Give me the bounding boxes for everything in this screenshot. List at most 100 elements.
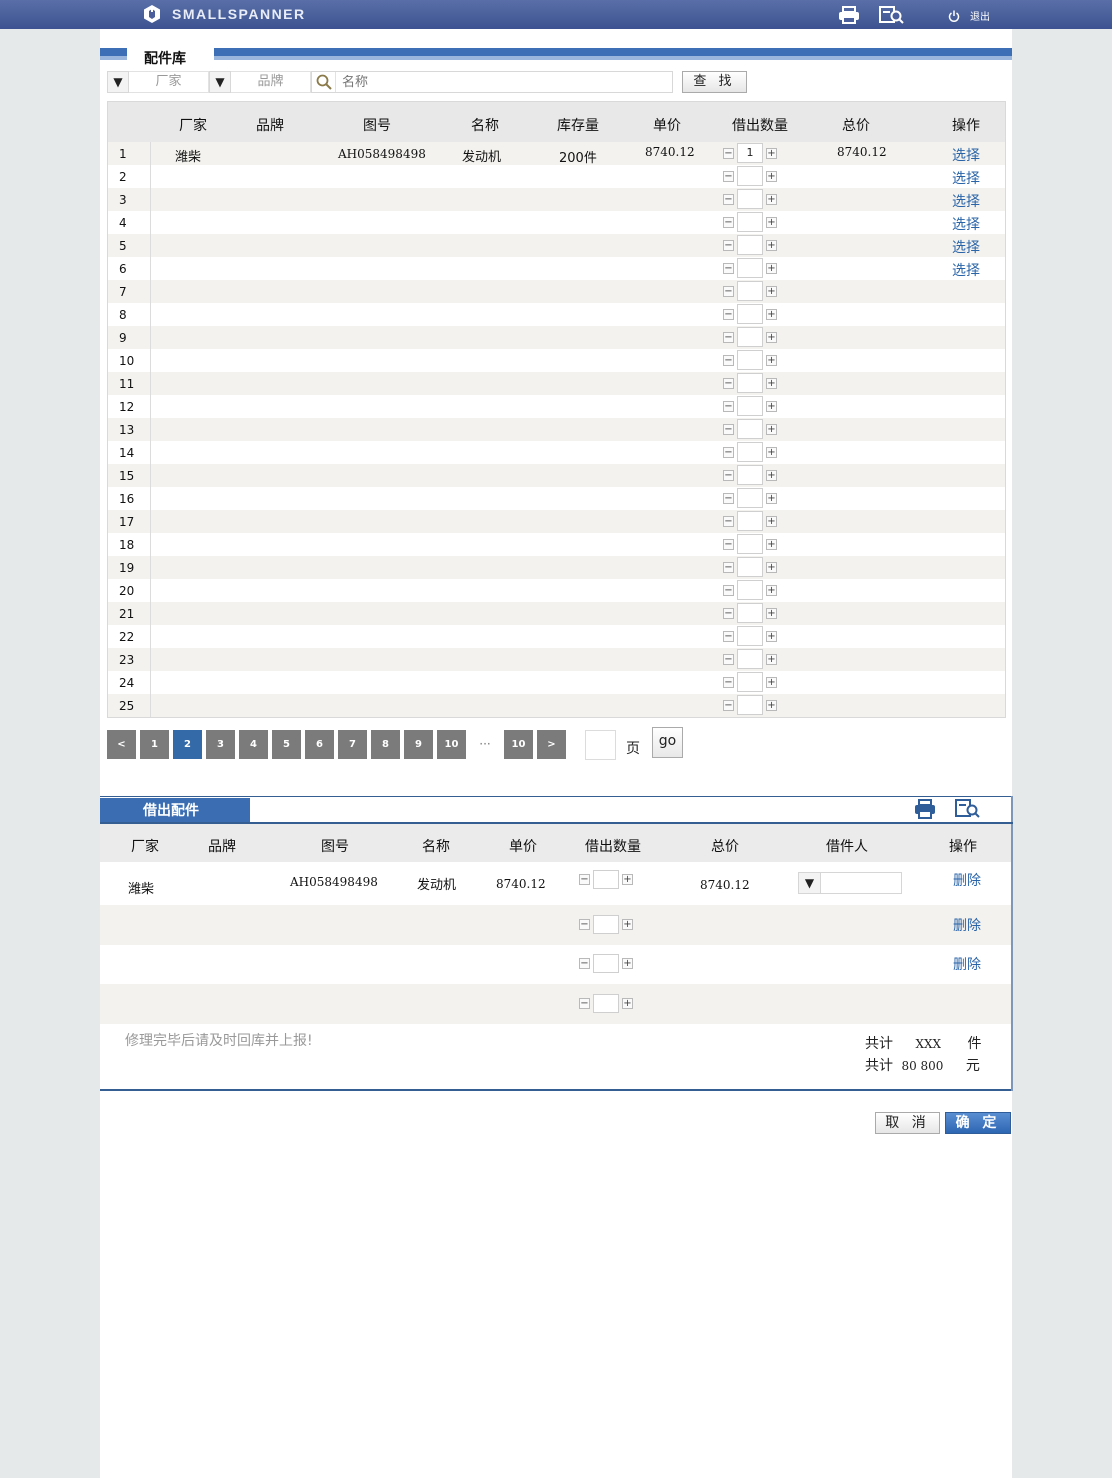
quantity-input[interactable] xyxy=(737,258,763,278)
select-link[interactable]: 选择 xyxy=(952,145,980,165)
plus-icon[interactable]: + xyxy=(766,584,777,596)
quantity-input[interactable] xyxy=(737,534,763,554)
plus-icon[interactable]: + xyxy=(766,239,777,251)
minus-icon[interactable]: − xyxy=(579,874,590,885)
minus-icon[interactable]: − xyxy=(723,584,734,596)
page-number-input[interactable] xyxy=(585,730,616,760)
minus-icon[interactable]: − xyxy=(723,469,734,481)
minus-icon[interactable]: − xyxy=(579,998,590,1009)
plus-icon[interactable]: + xyxy=(766,699,777,711)
minus-icon[interactable]: − xyxy=(723,630,734,642)
plus-icon[interactable]: + xyxy=(766,400,777,412)
quantity-input[interactable] xyxy=(737,649,763,669)
minus-icon[interactable]: − xyxy=(579,919,590,930)
minus-icon[interactable]: − xyxy=(723,446,734,458)
plus-icon[interactable]: + xyxy=(622,919,633,930)
select-link[interactable]: 选择 xyxy=(952,214,980,234)
page-button[interactable]: 5 xyxy=(272,730,301,759)
quantity-input[interactable] xyxy=(737,166,763,186)
quantity-input[interactable] xyxy=(737,419,763,439)
minus-icon[interactable]: − xyxy=(579,958,590,969)
minus-icon[interactable]: − xyxy=(723,285,734,297)
plus-icon[interactable]: + xyxy=(766,354,777,366)
quantity-input[interactable] xyxy=(737,350,763,370)
plus-icon[interactable]: + xyxy=(766,216,777,228)
select-link[interactable]: 选择 xyxy=(952,237,980,257)
page-button[interactable]: 7 xyxy=(338,730,367,759)
page-prev-button[interactable]: < xyxy=(107,730,136,759)
quantity-input[interactable] xyxy=(737,235,763,255)
quantity-input[interactable] xyxy=(737,442,763,462)
delete-link[interactable]: 删除 xyxy=(953,870,981,890)
brand-select[interactable]: 品牌 xyxy=(231,71,311,93)
quantity-input[interactable] xyxy=(737,189,763,209)
select-link[interactable]: 选择 xyxy=(952,260,980,280)
delete-link[interactable]: 删除 xyxy=(953,954,981,974)
plus-icon[interactable]: + xyxy=(766,607,777,619)
page-button[interactable]: 9 xyxy=(404,730,433,759)
minus-icon[interactable]: − xyxy=(723,492,734,504)
plus-icon[interactable]: + xyxy=(766,193,777,205)
page-button[interactable]: 8 xyxy=(371,730,400,759)
minus-icon[interactable]: − xyxy=(723,354,734,366)
minus-icon[interactable]: − xyxy=(723,699,734,711)
plus-icon[interactable]: + xyxy=(766,676,777,688)
quantity-input[interactable] xyxy=(737,511,763,531)
tab-borrowed-parts[interactable]: 借出配件 xyxy=(100,798,250,822)
quantity-input[interactable] xyxy=(737,695,763,715)
quantity-input[interactable] xyxy=(737,396,763,416)
plus-icon[interactable]: + xyxy=(766,515,777,527)
quantity-input[interactable] xyxy=(737,488,763,508)
dropdown-arrow-icon[interactable]: ▼ xyxy=(209,71,231,93)
quantity-input[interactable] xyxy=(737,580,763,600)
quantity-input[interactable] xyxy=(593,994,619,1013)
minus-icon[interactable]: − xyxy=(723,147,734,159)
page-button[interactable]: 4 xyxy=(239,730,268,759)
manufacturer-select[interactable]: 厂家 xyxy=(129,71,209,93)
quantity-input[interactable] xyxy=(737,281,763,301)
plus-icon[interactable]: + xyxy=(766,423,777,435)
page-next-button[interactable]: > xyxy=(537,730,566,759)
plus-icon[interactable]: + xyxy=(766,538,777,550)
minus-icon[interactable]: − xyxy=(723,400,734,412)
logout-button[interactable]: 退出 xyxy=(948,8,990,23)
page-button[interactable]: 6 xyxy=(305,730,334,759)
plus-icon[interactable]: + xyxy=(622,998,633,1009)
plus-icon[interactable]: + xyxy=(766,262,777,274)
dropdown-arrow-icon[interactable]: ▼ xyxy=(107,71,129,93)
quantity-input[interactable] xyxy=(737,212,763,232)
minus-icon[interactable]: − xyxy=(723,308,734,320)
plus-icon[interactable]: + xyxy=(766,147,777,159)
minus-icon[interactable]: − xyxy=(723,377,734,389)
plus-icon[interactable]: + xyxy=(766,469,777,481)
page-button[interactable]: 10 xyxy=(437,730,466,759)
search-button[interactable]: 查 找 xyxy=(682,71,747,93)
select-link[interactable]: 选择 xyxy=(952,191,980,211)
quantity-input[interactable] xyxy=(737,672,763,692)
plus-icon[interactable]: + xyxy=(766,492,777,504)
minus-icon[interactable]: − xyxy=(723,423,734,435)
plus-icon[interactable]: + xyxy=(766,285,777,297)
quantity-input[interactable] xyxy=(593,870,619,889)
confirm-button[interactable]: 确 定 xyxy=(945,1112,1011,1134)
plus-icon[interactable]: + xyxy=(766,170,777,182)
print-preview-icon[interactable] xyxy=(879,6,905,24)
quantity-input[interactable] xyxy=(737,327,763,347)
minus-icon[interactable]: − xyxy=(723,239,734,251)
plus-icon[interactable]: + xyxy=(766,331,777,343)
minus-icon[interactable]: − xyxy=(723,331,734,343)
go-button[interactable]: go xyxy=(652,727,683,758)
quantity-input[interactable] xyxy=(593,915,619,934)
print-icon[interactable] xyxy=(914,799,936,819)
minus-icon[interactable]: − xyxy=(723,538,734,550)
minus-icon[interactable]: − xyxy=(723,193,734,205)
minus-icon[interactable]: − xyxy=(723,653,734,665)
plus-icon[interactable]: + xyxy=(766,446,777,458)
page-button[interactable]: 1 xyxy=(140,730,169,759)
quantity-input[interactable] xyxy=(737,557,763,577)
plus-icon[interactable]: + xyxy=(622,958,633,969)
print-preview-icon[interactable] xyxy=(955,799,981,819)
print-icon[interactable] xyxy=(838,6,860,24)
quantity-input[interactable] xyxy=(737,465,763,485)
plus-icon[interactable]: + xyxy=(766,377,777,389)
